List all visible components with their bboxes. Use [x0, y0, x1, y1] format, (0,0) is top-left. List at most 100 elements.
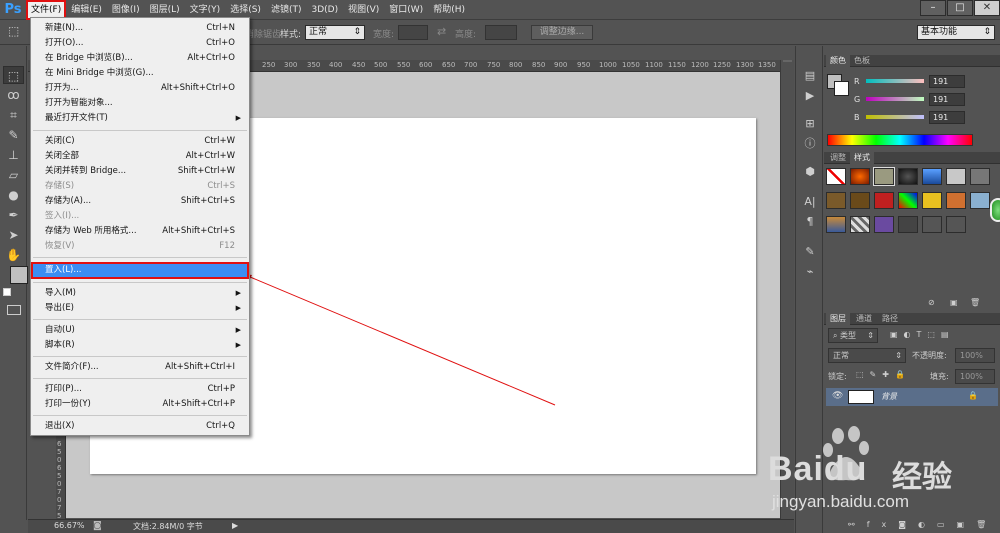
menu-item-place[interactable]: 置入(L)... [31, 262, 249, 279]
layers-panel-tabs: 图层 通道 路径 [824, 313, 1000, 325]
status-info-icon[interactable]: ◙ [93, 521, 102, 531]
tab-paths[interactable]: 路径 [878, 313, 902, 325]
3d-icon[interactable]: ⬢ [801, 164, 819, 180]
style-swatch[interactable] [873, 167, 895, 186]
menu-item-save-as[interactable]: 存储为(A)... Shift+Ctrl+S [31, 194, 249, 209]
status-menu-arrow-icon[interactable]: ▶ [232, 521, 238, 530]
menu-item-revert[interactable]: 恢复(V) F12 [31, 239, 249, 254]
blend-mode-select[interactable]: 正常 ⇕ [828, 348, 906, 363]
layer-name: 背景 [881, 392, 897, 401]
menu-item-scripts[interactable]: 脚本(R) ▶ [31, 338, 249, 353]
status-bar: 66.67% ◙ 文档:2.84M/0 字节 ▶ [28, 519, 794, 533]
style-swatch[interactable] [826, 192, 846, 209]
menu-separator [33, 257, 247, 258]
style-swatch[interactable] [970, 168, 990, 185]
layer-thumbnail [848, 390, 874, 404]
menu-item-file-info[interactable]: 文件简介(F)... Alt+Shift+Ctrl+I [31, 360, 249, 375]
properties-icon[interactable]: ⊞ [801, 116, 819, 132]
menu-item-automate[interactable]: 自动(U) ▶ [31, 323, 249, 338]
green-slider[interactable] [866, 97, 924, 101]
style-swatch[interactable] [898, 216, 918, 233]
fill-field[interactable]: 100% [955, 369, 995, 384]
character-icon[interactable]: A| [801, 194, 819, 210]
style-swatch[interactable] [898, 192, 918, 209]
menu-item-close-go-bridge[interactable]: 关闭并转到 Bridge... Shift+Ctrl+W [31, 164, 249, 179]
delete-style-icon[interactable]: 🗑 [970, 298, 980, 307]
visibility-eye-icon[interactable]: 👁 [832, 391, 843, 401]
paragraph-icon[interactable]: ¶ [801, 214, 819, 230]
menu-item-open[interactable]: 打开(O)... Ctrl+O [31, 36, 249, 51]
style-swatch[interactable] [946, 168, 966, 185]
watermark-url: jingyan.baidu.com [772, 492, 910, 511]
menu-item-save-for-web[interactable]: 存储为 Web 所用格式... Alt+Shift+Ctrl+S [31, 224, 249, 239]
jingyan-brand-text: 经验 [892, 460, 952, 495]
tab-layers[interactable]: 图层 [826, 313, 850, 325]
background-swatch[interactable] [834, 81, 849, 96]
lock-icons[interactable]: ⬚✎✚🔒 [856, 370, 911, 379]
style-swatch[interactable] [826, 168, 846, 185]
menu-item-open-as[interactable]: 打开为... Alt+Shift+Ctrl+O [31, 81, 249, 96]
color-ramp[interactable] [827, 134, 973, 146]
submenu-arrow-icon: ▶ [235, 341, 241, 349]
style-swatch[interactable] [874, 192, 894, 209]
menu-item-close-all[interactable]: 关闭全部 Alt+Ctrl+W [31, 149, 249, 164]
tab-color[interactable]: 颜色 [826, 55, 850, 67]
red-value-field[interactable]: 191 [929, 75, 965, 88]
tab-styles[interactable]: 样式 [850, 152, 874, 164]
style-swatch[interactable] [946, 216, 966, 233]
green-status-icon[interactable] [990, 198, 1000, 222]
menu-item-browse-mini-bridge[interactable]: 在 Mini Bridge 中浏览(G)... [31, 66, 249, 81]
style-swatch[interactable] [850, 192, 870, 209]
menu-separator [33, 378, 247, 379]
layer-filter-select[interactable]: ⌕ 类型 ⇕ [828, 328, 878, 343]
blue-slider[interactable] [866, 115, 924, 119]
new-style-icon[interactable]: ▣ [950, 298, 958, 307]
menu-item-save[interactable]: 存储(S) Ctrl+S [31, 179, 249, 194]
zoom-level[interactable]: 66.67% [54, 521, 85, 530]
style-swatch[interactable] [922, 192, 942, 209]
menu-item-open-smart-object[interactable]: 打开为智能对象... [31, 96, 249, 111]
menu-item-print[interactable]: 打印(P)... Ctrl+P [31, 382, 249, 397]
style-swatch[interactable] [850, 168, 870, 185]
submenu-arrow-icon: ▶ [235, 289, 241, 297]
menu-separator [33, 356, 247, 357]
brush-presets-icon[interactable]: ✎ [801, 244, 819, 260]
channel-label: B [854, 113, 860, 122]
submenu-arrow-icon: ▶ [235, 114, 241, 122]
tab-adjustments[interactable]: 调整 [826, 152, 850, 164]
document-size: 文档:2.84M/0 字节 [133, 522, 203, 531]
style-swatch[interactable] [922, 168, 942, 185]
style-swatch[interactable] [850, 216, 870, 233]
red-slider[interactable] [866, 79, 924, 83]
menu-item-check-in[interactable]: 签入(I)... [31, 209, 249, 224]
layer-filter-icons[interactable]: ▣◐T⬚▤ [890, 330, 955, 339]
style-swatch[interactable] [898, 168, 918, 185]
style-swatch[interactable] [970, 192, 990, 209]
menu-item-browse-bridge[interactable]: 在 Bridge 中浏览(B)... Alt+Ctrl+O [31, 51, 249, 66]
menu-item-close[interactable]: 关闭(C) Ctrl+W [31, 134, 249, 149]
layer-row-background[interactable]: 👁 背景 🔒 [826, 388, 998, 406]
menu-item-print-one-copy[interactable]: 打印一份(Y) Alt+Shift+Ctrl+P [31, 397, 249, 412]
style-swatch[interactable] [946, 192, 966, 209]
tab-channels[interactable]: 通道 [852, 313, 876, 325]
green-value-field[interactable]: 191 [929, 93, 965, 106]
style-swatch[interactable] [922, 216, 942, 233]
style-swatch[interactable] [874, 216, 894, 233]
color-panel-tabs: 颜色 色板 [824, 55, 1000, 67]
blue-value-field[interactable]: 191 [929, 111, 965, 124]
actions-icon[interactable]: ▶ [801, 88, 819, 104]
lock-icon: 🔒 [968, 391, 978, 400]
info-icon[interactable]: ⓘ [801, 136, 819, 152]
menu-item-import[interactable]: 导入(M) ▶ [31, 286, 249, 301]
styles-grid [826, 167, 990, 234]
opacity-field[interactable]: 100% [955, 348, 995, 363]
menu-item-new[interactable]: 新建(N)... Ctrl+N [31, 21, 249, 36]
brush-icon[interactable]: ⌁ [801, 264, 819, 280]
menu-item-exit[interactable]: 退出(X) Ctrl+Q [31, 419, 249, 434]
menu-item-recent-files[interactable]: 最近打开文件(T) ▶ [31, 111, 249, 126]
history-icon[interactable]: ▤ [801, 68, 819, 84]
menu-item-export[interactable]: 导出(E) ▶ [31, 301, 249, 316]
style-swatch[interactable] [826, 216, 846, 233]
tab-swatches[interactable]: 色板 [850, 55, 874, 67]
no-style-icon[interactable]: ⊘ [928, 298, 935, 307]
